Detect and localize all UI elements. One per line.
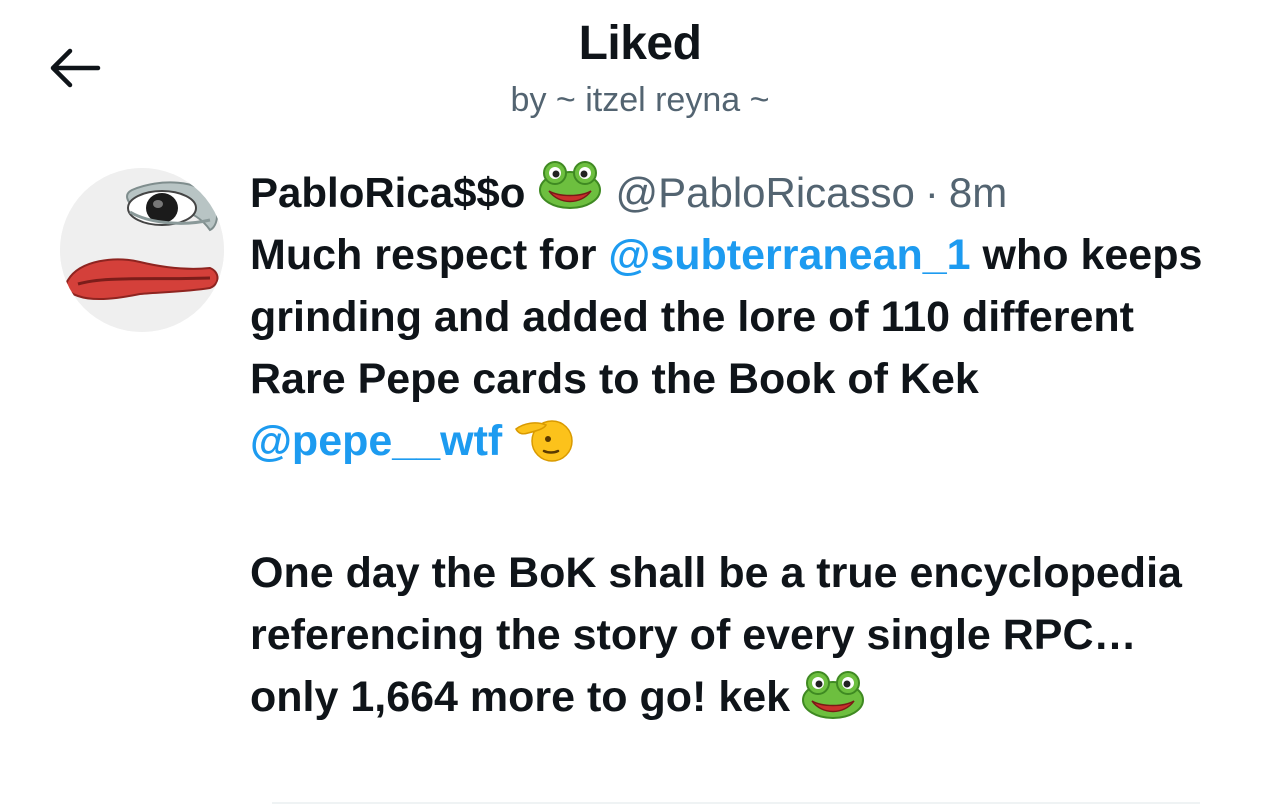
liked-by-screen: Liked by ~ itzel reyna ~ PabloRica$$o @P… — [0, 0, 1280, 806]
mention-link[interactable]: @pepe__wtf — [250, 417, 502, 465]
tweet-paragraph-2: One day the BoK shall be a true encyclop… — [250, 542, 1210, 736]
frog-face-icon — [802, 671, 865, 736]
tweet-text: Much respect for @subterranean_1 who kee… — [250, 224, 1210, 736]
pepe-face-avatar-image — [60, 168, 224, 332]
tweet-text-segment: One day the BoK shall be a true encyclop… — [250, 549, 1182, 721]
frog-face-icon — [539, 160, 602, 226]
more-options-button[interactable] — [1260, 162, 1280, 224]
saluting-face-icon — [514, 413, 574, 480]
meta-separator: · — [924, 169, 939, 216]
page-header: Liked by ~ itzel reyna ~ — [0, 14, 1280, 122]
page-title: Liked — [578, 17, 702, 70]
divider — [272, 802, 1200, 804]
display-name[interactable]: PabloRica$$o — [250, 162, 525, 224]
more-horizontal-icon — [1276, 187, 1280, 199]
tweet-paragraph-1: Much respect for @subterranean_1 who kee… — [250, 224, 1210, 480]
tweet-text-segment: Much respect for — [250, 231, 609, 279]
tweet-body: PabloRica$$o @PabloRicasso · 8m Much res… — [250, 160, 1210, 736]
tweet-header: PabloRica$$o @PabloRicasso · 8m — [250, 160, 1210, 226]
liked-by-subtitle[interactable]: by ~ itzel reyna ~ — [0, 78, 1280, 122]
mention-link[interactable]: @subterranean_1 — [608, 231, 970, 279]
user-handle[interactable]: @PabloRicasso — [615, 162, 914, 224]
avatar[interactable] — [60, 168, 224, 332]
tweet-timestamp[interactable]: 8m — [949, 162, 1007, 224]
